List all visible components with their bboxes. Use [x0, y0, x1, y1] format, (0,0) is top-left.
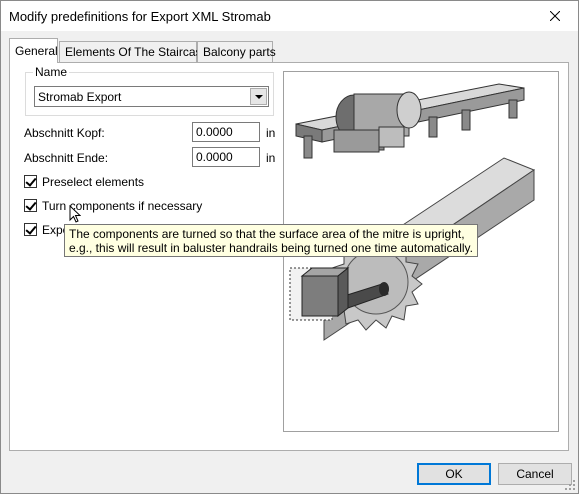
- chevron-down-icon[interactable]: [250, 88, 267, 105]
- turn-components-label[interactable]: Turn components if necessary: [42, 199, 202, 213]
- export-checkbox[interactable]: [24, 223, 37, 236]
- ok-button[interactable]: OK: [417, 463, 491, 485]
- tooltip-line-1: The components are turned so that the su…: [69, 227, 465, 241]
- dialog-window: Modify predefinitions for Export XML Str…: [0, 0, 579, 494]
- preselect-elements-checkbox[interactable]: [24, 175, 37, 188]
- title-bar: Modify predefinitions for Export XML Str…: [1, 1, 578, 31]
- abschnitt-kopf-value: 0.0000: [196, 125, 233, 139]
- resize-grip-icon[interactable]: [564, 479, 576, 491]
- window-title: Modify predefinitions for Export XML Str…: [9, 9, 271, 24]
- abschnitt-ende-input[interactable]: 0.0000: [192, 147, 260, 167]
- abschnitt-ende-unit: in: [266, 151, 276, 165]
- tab-elements-label: Elements Of The Staircase: [65, 45, 209, 59]
- cancel-button-label: Cancel: [516, 467, 554, 481]
- tab-balcony-label: Balcony parts: [203, 45, 276, 59]
- tooltip-line-2: e.g., this will result in baluster handr…: [69, 241, 473, 255]
- turn-components-tooltip: The components are turned so that the su…: [64, 224, 478, 257]
- tab-general-label: General: [15, 44, 58, 58]
- ok-button-label: OK: [445, 467, 463, 481]
- name-group-label: Name: [33, 65, 70, 79]
- close-icon: [550, 11, 560, 21]
- abschnitt-ende-value: 0.0000: [196, 150, 233, 164]
- abschnitt-kopf-label: Abschnitt Kopf:: [24, 126, 105, 140]
- abschnitt-kopf-input[interactable]: 0.0000: [192, 122, 260, 142]
- name-combobox-value: Stromab Export: [38, 90, 122, 104]
- cancel-button[interactable]: Cancel: [498, 463, 572, 485]
- name-combobox[interactable]: Stromab Export: [34, 86, 269, 107]
- turn-components-checkbox[interactable]: [24, 199, 37, 212]
- tab-elements-of-the-staircase[interactable]: Elements Of The Staircase: [59, 41, 208, 62]
- preselect-elements-label[interactable]: Preselect elements: [42, 175, 144, 189]
- tab-balcony-parts[interactable]: Balcony parts: [197, 41, 276, 62]
- mouse-cursor-icon: [69, 205, 81, 223]
- close-button[interactable]: [532, 1, 578, 31]
- name-groupbox: Name Stromab Export: [25, 65, 274, 116]
- tab-general[interactable]: General: [9, 38, 58, 63]
- abschnitt-kopf-unit: in: [266, 126, 276, 140]
- abschnitt-ende-label: Abschnitt Ende:: [24, 151, 109, 165]
